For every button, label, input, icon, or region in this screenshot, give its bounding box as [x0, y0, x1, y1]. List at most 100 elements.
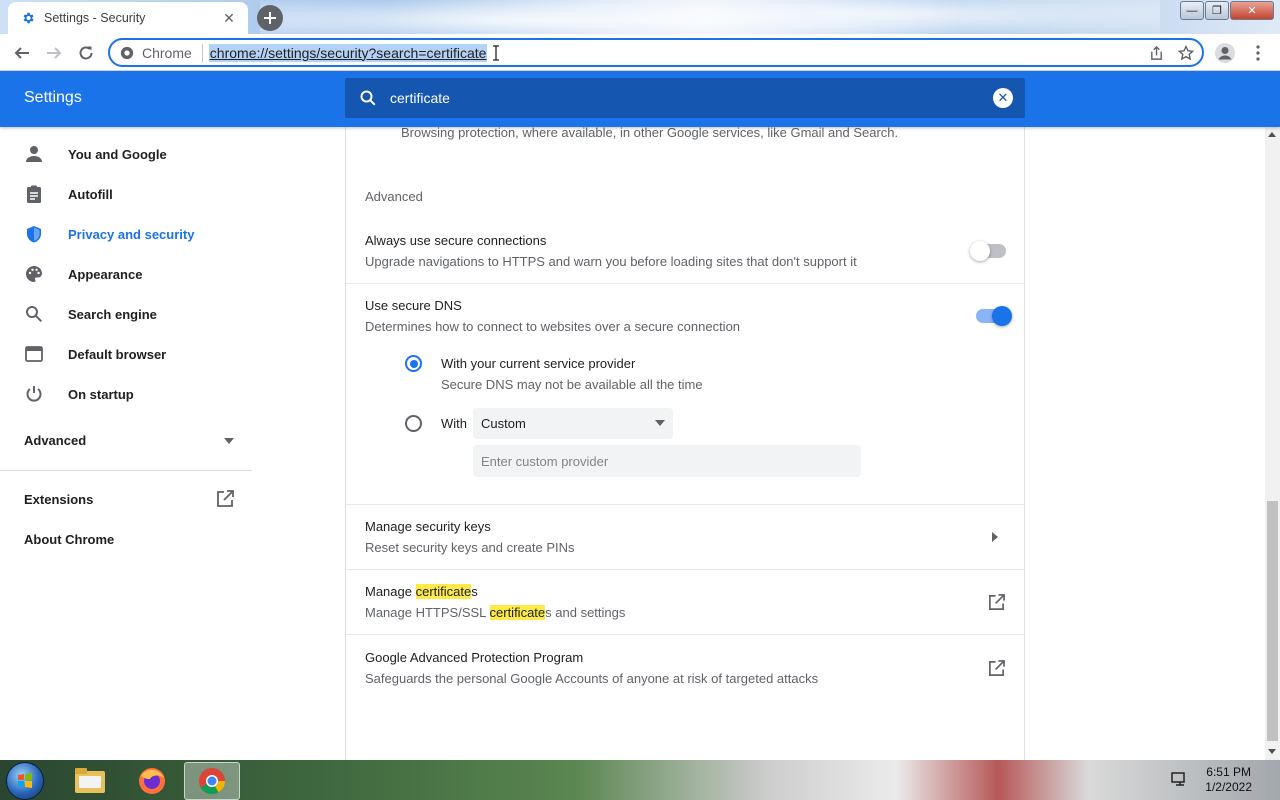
manage-certificates-row[interactable]: Manage certificates Manage HTTPS/SSL cer… [346, 570, 1024, 634]
reload-button[interactable] [73, 40, 99, 66]
settings-search-input[interactable]: certificate [390, 90, 993, 106]
sidebar-item-label: Appearance [68, 266, 143, 282]
sidebar-item-label: Autofill [68, 186, 113, 202]
clipboard-icon [24, 184, 44, 204]
taskbar-file-explorer[interactable] [62, 762, 118, 800]
custom-dns-provider-input[interactable]: Enter custom provider [473, 445, 861, 477]
sidebar-item-default-browser[interactable]: Default browser [0, 334, 252, 374]
windows-taskbar: 6:51 PM 1/2/2022 [0, 760, 1280, 800]
tab-settings-security[interactable]: Settings - Security ✕ [8, 2, 248, 34]
maximize-button[interactable]: ❐ [1205, 1, 1229, 20]
avatar-icon [1215, 43, 1235, 63]
search-highlight: certificate [415, 584, 472, 599]
secure-connections-description: Upgrade navigations to HTTPS and warn yo… [365, 254, 857, 269]
sidebar-item-extensions[interactable]: Extensions [24, 490, 234, 508]
kebab-menu-icon [1256, 45, 1260, 61]
folder-icon [75, 768, 105, 793]
new-tab-button[interactable] [257, 5, 283, 31]
profile-button[interactable] [1212, 40, 1238, 66]
open-in-new-icon [986, 592, 1006, 612]
section-title-advanced: Advanced [365, 189, 423, 204]
open-in-new-icon [986, 658, 1006, 678]
chrome-icon [120, 46, 134, 59]
shield-icon [24, 224, 44, 244]
page-scrollbar[interactable] [1265, 127, 1280, 760]
sidebar-item-search-engine[interactable]: Search engine [0, 294, 252, 334]
dns-current-provider-description: Secure DNS may not be available all the … [441, 377, 703, 392]
taskbar-chrome[interactable] [184, 762, 240, 800]
clock-time: 6:51 PM [1206, 765, 1251, 779]
security-keys-title: Manage security keys [365, 519, 491, 534]
secure-connections-toggle[interactable] [970, 241, 1006, 261]
sidebar-item-autofill[interactable]: Autofill [0, 174, 252, 214]
address-bar[interactable]: Chrome chrome://settings/security?search… [108, 38, 1204, 67]
secure-dns-description: Determines how to connect to websites ov… [365, 319, 741, 334]
site-chip-label: Chrome [142, 44, 192, 61]
sidebar-item-label: Privacy and security [68, 226, 195, 242]
arrow-right-icon [992, 532, 998, 542]
toggle-knob [992, 306, 1012, 326]
power-icon [24, 384, 44, 404]
scroll-up-icon[interactable] [1268, 132, 1276, 137]
url-text[interactable]: chrome://settings/security?search=certif… [208, 43, 488, 62]
tab-close-icon[interactable]: ✕ [220, 9, 238, 27]
omnibox-separator [201, 43, 203, 62]
dns-current-provider-option: With your current service provider Secur… [441, 356, 703, 392]
row-divider [346, 283, 1024, 284]
sidebar-item-you-and-google[interactable]: You and Google [0, 134, 252, 174]
tab-title: Settings - Security [44, 11, 146, 25]
window-titlebar: Settings - Security ✕ — ❐ ✕ [0, 0, 1280, 34]
network-icon[interactable] [1170, 770, 1190, 790]
dns-custom-radio[interactable] [405, 415, 422, 432]
sidebar-item-label: Default browser [68, 346, 167, 362]
taskbar-clock[interactable]: 6:51 PM 1/2/2022 [1205, 765, 1252, 795]
gear-icon [20, 10, 36, 26]
arrow-right-icon [47, 47, 62, 59]
advanced-protection-row[interactable]: Google Advanced Protection Program Safeg… [346, 635, 1024, 699]
scrollbar-thumb[interactable] [1267, 501, 1278, 741]
minimize-button[interactable]: — [1180, 1, 1204, 20]
menu-button[interactable] [1245, 40, 1271, 66]
dropdown-caret-icon [655, 420, 665, 426]
chevron-down-icon [224, 437, 234, 444]
sidebar-item-appearance[interactable]: Appearance [0, 254, 252, 294]
clock-date: 1/2/2022 [1205, 780, 1252, 794]
secure-dns-toggle[interactable] [976, 306, 1012, 326]
omnibox-actions [1146, 43, 1196, 63]
search-icon [24, 304, 44, 324]
scroll-down-icon[interactable] [1268, 749, 1276, 754]
firefox-icon [139, 768, 165, 794]
forward-button[interactable] [41, 40, 67, 66]
back-button[interactable] [9, 40, 35, 66]
toggle-knob [970, 241, 990, 261]
certificates-title: Manage certificates [365, 584, 478, 599]
secure-connections-title: Always use secure connections [365, 233, 547, 248]
browser-toolbar: Chrome chrome://settings/security?search… [0, 34, 1280, 71]
person-icon [24, 144, 44, 164]
plus-icon [264, 12, 276, 24]
sidebar-item-on-startup[interactable]: On startup [0, 374, 252, 414]
taskbar-firefox[interactable] [124, 762, 180, 800]
settings-search-bar[interactable]: certificate ✕ [345, 78, 1025, 118]
manage-security-keys-row[interactable]: Manage security keys Reset security keys… [346, 505, 1024, 569]
reload-icon [79, 46, 93, 60]
bookmark-star-icon[interactable] [1176, 43, 1196, 63]
dns-provider-select[interactable]: Custom [473, 408, 673, 439]
sidebar-extensions-label: Extensions [24, 491, 94, 507]
dns-current-provider-radio[interactable] [405, 355, 422, 372]
text-cursor-icon [493, 45, 499, 61]
site-chip[interactable]: Chrome [120, 45, 192, 61]
safe-browsing-partial-text: Browsing protection, where available, in… [401, 125, 899, 140]
open-in-new-icon [217, 490, 234, 507]
clear-search-icon[interactable]: ✕ [993, 88, 1013, 108]
certificates-description: Manage HTTPS/SSL certificates and settin… [365, 605, 626, 620]
sidebar-item-label: You and Google [68, 146, 167, 162]
sidebar-item-about-chrome[interactable]: About Chrome [24, 532, 114, 547]
share-icon[interactable] [1146, 43, 1166, 63]
search-icon [357, 87, 379, 109]
sidebar-advanced-toggle[interactable]: Advanced [24, 433, 234, 448]
start-button[interactable] [6, 762, 44, 800]
sidebar-item-privacy-and-security[interactable]: Privacy and security [0, 214, 252, 254]
close-window-button[interactable]: ✕ [1230, 1, 1274, 20]
advanced-protection-title: Google Advanced Protection Program [365, 650, 584, 665]
